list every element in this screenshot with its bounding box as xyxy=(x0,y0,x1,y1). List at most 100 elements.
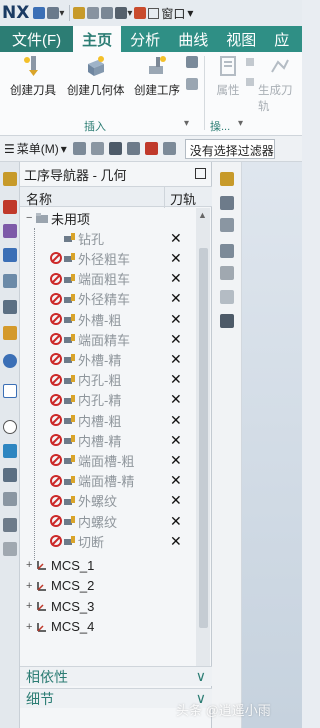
side-tool-icon[interactable] xyxy=(220,196,234,210)
collapse-icon[interactable]: − xyxy=(26,212,32,224)
maximize-icon[interactable] xyxy=(195,168,206,179)
mcs-node[interactable]: + MCS_2 xyxy=(20,576,196,596)
column-name-header[interactable]: 名称 xyxy=(26,189,52,208)
expand-icon[interactable]: + xyxy=(26,600,32,612)
selection-toolbar: ☰ 菜单(M) ▾ 没有选择过滤器 xyxy=(0,136,302,162)
operation-row[interactable]: 外螺纹 ✕ xyxy=(20,491,196,511)
expand-icon[interactable]: + xyxy=(26,559,32,571)
resource-tab-icon[interactable] xyxy=(3,224,17,238)
side-tool-icon[interactable] xyxy=(220,266,234,280)
resource-tab-icon[interactable] xyxy=(3,326,17,340)
resource-tab-icon[interactable] xyxy=(3,518,17,532)
resource-tab-icon[interactable] xyxy=(3,384,17,398)
save-button[interactable] xyxy=(33,2,46,24)
side-tool-icon[interactable] xyxy=(220,218,234,232)
resource-tab-icon[interactable] xyxy=(3,300,17,314)
expand-icon[interactable]: + xyxy=(26,621,32,633)
paste-button[interactable] xyxy=(101,2,114,24)
tab-file[interactable]: 文件(F) xyxy=(0,26,74,52)
selection-filter-dropdown[interactable]: 没有选择过滤器 xyxy=(184,138,275,159)
resource-tab-icon[interactable] xyxy=(3,200,17,214)
resource-tab-icon[interactable] xyxy=(3,172,17,186)
scroll-up-icon[interactable]: ▲ xyxy=(198,210,207,220)
operation-row[interactable]: 端面精车 ✕ xyxy=(20,329,196,349)
select-icon[interactable] xyxy=(134,2,147,24)
operation-row[interactable]: 外槽-粗 ✕ xyxy=(20,309,196,329)
snap-icon[interactable] xyxy=(108,142,122,155)
undo-button[interactable]: ▾ xyxy=(47,2,64,24)
group-insert-expand-icon[interactable]: ▾ xyxy=(184,118,189,129)
operation-row[interactable]: 端面粗车 ✕ xyxy=(20,269,196,289)
extra-tool-icon[interactable] xyxy=(186,78,198,90)
window-menu-label: 窗口 xyxy=(161,6,186,21)
resource-tab-icon[interactable] xyxy=(3,542,17,556)
toolpath-display-icon[interactable] xyxy=(144,142,158,155)
tab-analysis[interactable]: 分析 xyxy=(121,26,169,52)
operation-row[interactable]: 切断 ✕ xyxy=(20,531,196,551)
repeat-button[interactable]: ▾ xyxy=(115,2,132,24)
operation-row[interactable]: 内孔-粗 ✕ xyxy=(20,370,196,390)
mcs-node[interactable]: + MCS_1 xyxy=(20,555,196,575)
expand-icon[interactable]: + xyxy=(26,580,32,592)
operation-row[interactable]: 外径精车 ✕ xyxy=(20,289,196,309)
mcs-node[interactable]: + MCS_4 xyxy=(20,617,196,637)
create-geometry-button[interactable]: 创建几何体 xyxy=(67,54,125,98)
operation-row[interactable]: 端面槽-精 ✕ xyxy=(20,471,196,491)
group-operations-expand-icon[interactable]: ▾ xyxy=(238,118,243,129)
operation-row[interactable]: 内槽-粗 ✕ xyxy=(20,410,196,430)
operation-row[interactable]: 外径粗车 ✕ xyxy=(20,248,196,268)
snap-icon[interactable] xyxy=(126,142,140,155)
snap-icon[interactable] xyxy=(72,142,86,155)
mcs-label: MCS_2 xyxy=(51,578,95,594)
side-tool-icon[interactable] xyxy=(220,172,234,186)
create-tool-label: 创建刀具 xyxy=(10,85,56,97)
resource-tab-icon[interactable] xyxy=(3,444,17,458)
side-tool-icon[interactable] xyxy=(220,290,234,304)
resource-tab-icon[interactable] xyxy=(3,274,17,288)
small-icon xyxy=(246,78,254,86)
snap-icon[interactable] xyxy=(90,142,104,155)
column-toolpath-header[interactable]: 刀轨 xyxy=(170,189,196,208)
resource-tab-icon[interactable] xyxy=(3,492,17,506)
cut-button[interactable] xyxy=(73,2,86,24)
copy-button[interactable] xyxy=(87,2,100,24)
navigator-tree: − 未用项 钻孔 ✕ 外径粗车 ✕ 端面粗车 ✕ 外径精车 ✕ 外槽-粗 ✕ 端面精车 ✕ 外槽-精 ✕ 内… xyxy=(20,208,196,638)
toolpath-missing-icon: ✕ xyxy=(170,270,182,287)
scroll-thumb[interactable] xyxy=(199,248,208,628)
extra-tool-icon[interactable] xyxy=(186,56,198,68)
window-menu[interactable]: 窗口 ▾ xyxy=(148,5,193,22)
side-tool-icon[interactable] xyxy=(220,244,234,258)
resource-tab-icon[interactable] xyxy=(3,420,17,434)
navigator-scrollbar[interactable]: ▲ ▼ xyxy=(196,208,210,678)
tab-application[interactable]: 应 xyxy=(265,26,298,52)
operation-type-icon xyxy=(64,495,75,505)
resource-tab-icon[interactable] xyxy=(3,354,17,368)
tree-node-unused[interactable]: − 未用项 xyxy=(20,208,196,228)
nx-window: NX ▾ ▾ 窗口 ▾ 文件(F) 主页 分析 曲线 视图 应 创建刀具 创建几… xyxy=(0,0,302,728)
group-insert[interactable]: 插入 xyxy=(84,118,106,134)
side-tool-icon[interactable] xyxy=(220,314,234,328)
group-operations[interactable]: 操... xyxy=(210,118,230,134)
dependencies-section[interactable]: 相依性 ∨ xyxy=(20,666,212,686)
operation-row[interactable]: 内螺纹 ✕ xyxy=(20,511,196,531)
graphics-window[interactable] xyxy=(242,162,302,728)
tab-home[interactable]: 主页 xyxy=(73,26,122,52)
properties-button[interactable]: 属性 xyxy=(216,54,240,98)
operation-row[interactable]: 内孔-精 ✕ xyxy=(20,390,196,410)
operation-row[interactable]: 外槽-精 ✕ xyxy=(20,349,196,369)
operation-row[interactable]: 内槽-精 ✕ xyxy=(20,430,196,450)
generate-toolpath-button[interactable]: 生成刀轨 xyxy=(258,54,302,114)
tab-curve[interactable]: 曲线 xyxy=(169,26,217,52)
menu-button[interactable]: ☰ 菜单(M) ▾ xyxy=(4,140,67,157)
resource-tab-icon[interactable] xyxy=(3,468,17,482)
view-icon[interactable] xyxy=(162,142,176,155)
operation-row[interactable]: 端面槽-粗 ✕ xyxy=(20,450,196,470)
create-operation-button[interactable]: 创建工序 xyxy=(134,54,180,98)
operation-row[interactable]: 钻孔 ✕ xyxy=(20,228,196,248)
toolpath-missing-icon: ✕ xyxy=(170,451,182,468)
create-tool-button[interactable]: 创建刀具 xyxy=(10,54,56,98)
mcs-axis-icon xyxy=(37,581,46,591)
resource-tab-icon[interactable] xyxy=(3,248,17,262)
mcs-node[interactable]: + MCS_3 xyxy=(20,596,196,616)
tab-view[interactable]: 视图 xyxy=(217,26,265,52)
